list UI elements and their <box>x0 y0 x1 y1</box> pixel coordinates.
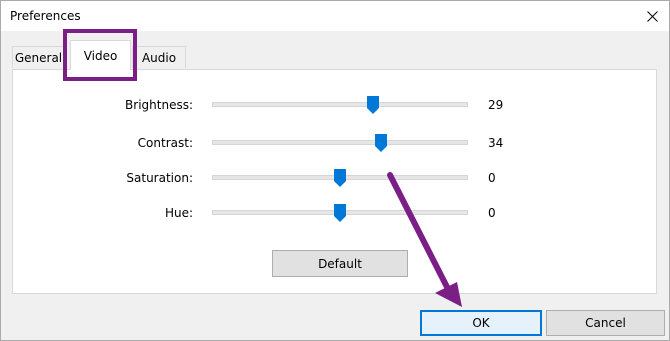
tab-video[interactable]: Video <box>70 40 131 70</box>
ok-button[interactable]: OK <box>420 310 542 336</box>
hue-slider-thumb[interactable] <box>334 204 346 222</box>
default-button[interactable]: Default <box>272 250 408 277</box>
title-bar: Preferences <box>1 1 669 31</box>
contrast-label: Contrast: <box>137 136 193 150</box>
tab-general[interactable]: General <box>12 46 65 68</box>
close-button[interactable] <box>635 1 669 31</box>
hue-label: Hue: <box>164 206 193 220</box>
hue-value: 0 <box>488 206 496 220</box>
brightness-value: 29 <box>488 98 504 112</box>
saturation-slider-thumb[interactable] <box>334 169 346 187</box>
brightness-slider-thumb[interactable] <box>367 96 380 114</box>
window-title: Preferences <box>10 9 81 23</box>
brightness-label: Brightness: <box>125 98 193 112</box>
brightness-slider-track[interactable] <box>212 102 468 107</box>
saturation-label: Saturation: <box>126 171 193 185</box>
contrast-slider-track[interactable] <box>212 140 468 145</box>
contrast-value: 34 <box>488 136 504 150</box>
contrast-slider-thumb[interactable] <box>374 134 387 152</box>
saturation-value: 0 <box>488 171 496 185</box>
close-icon <box>646 10 658 22</box>
cancel-button[interactable]: Cancel <box>546 310 665 336</box>
preferences-dialog: Preferences General Audio Video Brightne… <box>0 0 670 341</box>
tab-audio[interactable]: Audio <box>132 46 186 68</box>
